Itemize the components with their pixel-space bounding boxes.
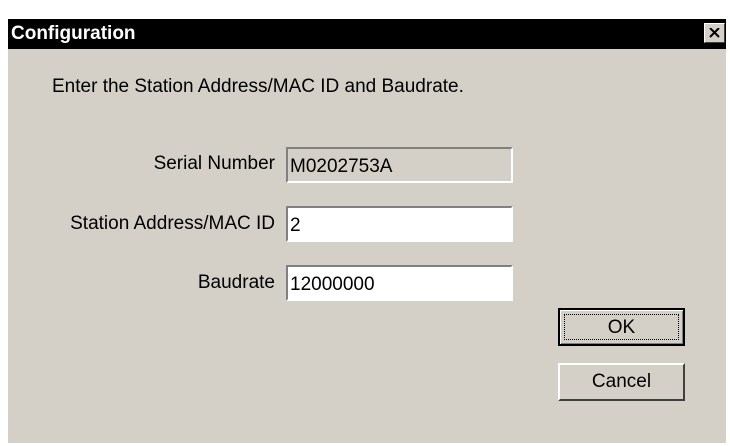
- ok-button[interactable]: OK: [558, 308, 685, 346]
- serial-number-field[interactable]: [286, 147, 513, 183]
- instruction-text: Enter the Station Address/MAC ID and Bau…: [52, 76, 464, 97]
- close-icon: [709, 28, 720, 38]
- baudrate-field[interactable]: [286, 265, 513, 301]
- cancel-button[interactable]: Cancel: [558, 363, 685, 401]
- baudrate-label: Baudrate: [197, 272, 275, 293]
- title-bar[interactable]: Configuration: [8, 19, 726, 49]
- close-button[interactable]: [704, 23, 725, 43]
- station-address-field[interactable]: [286, 206, 513, 242]
- ok-button-label: OK: [564, 314, 679, 340]
- configuration-dialog: Configuration Enter the Station Address/…: [8, 19, 726, 443]
- station-address-label: Station Address/MAC ID: [70, 213, 275, 234]
- window-title: Configuration: [11, 23, 136, 44]
- serial-number-label: Serial Number: [153, 153, 275, 174]
